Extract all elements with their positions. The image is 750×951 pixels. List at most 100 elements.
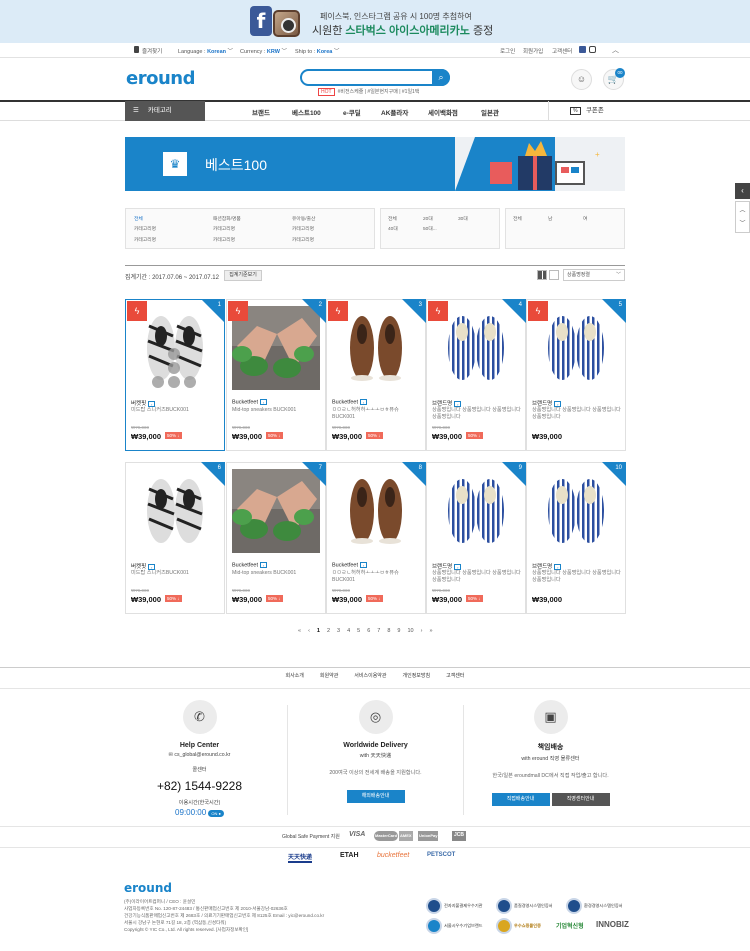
facebook-small-icon[interactable] <box>579 46 586 53</box>
product-card[interactable]: 3 ϟ Bucketfeet › ㅁㅁㄹㄴ허허허ㅗㅗㅗㅂㅎ퓨슈 BUCK001 ₩79,0… <box>326 299 426 451</box>
filter-gender[interactable]: 남 <box>548 215 552 222</box>
product-card[interactable]: 7 Bucketfeet › Mid-top sneakers BUCK001 ₩79,… <box>226 462 326 614</box>
partner-petscot[interactable]: PETSCOT <box>427 852 455 858</box>
page-link[interactable]: 7 <box>377 628 380 634</box>
search-input[interactable] <box>300 69 450 86</box>
product-name[interactable]: 미드탑 스니커즈BUCK001 <box>131 407 221 414</box>
cart-add-icon[interactable] <box>168 376 180 388</box>
scroll-up-icon[interactable]: ︿ <box>736 205 749 214</box>
footer-link[interactable]: 회사소개 <box>285 673 303 679</box>
product-name[interactable]: Mid-top sneakers BUCK001 <box>232 570 322 577</box>
side-prev-icon[interactable]: ‹ <box>735 183 750 199</box>
filter-cat[interactable]: 카테고리명 <box>134 225 156 232</box>
nav-item-edeal[interactable]: e-쿠딜 <box>343 107 361 117</box>
scroll-down-icon[interactable]: ﹀ <box>736 218 749 227</box>
currency-select[interactable]: Currency : KRW ﹀ <box>240 47 287 55</box>
filter-cat[interactable]: 유아동/출산 <box>292 215 315 222</box>
page-link[interactable]: 3 <box>337 628 340 634</box>
partner-bucketfeet[interactable]: bucketfeet <box>377 852 409 859</box>
login-link[interactable]: 로그인 <box>500 47 515 55</box>
brand-link-icon[interactable]: › <box>554 400 562 407</box>
page-link[interactable]: 9 <box>397 628 400 634</box>
grid-view-icon[interactable] <box>537 270 547 280</box>
product-name[interactable]: ㅁㅁㄹㄴ허허허ㅗㅗㅗㅂㅎ퓨슈 BUCK001 <box>332 570 422 584</box>
page-link[interactable]: 4 <box>347 628 350 634</box>
brand-link-icon[interactable]: › <box>360 399 367 405</box>
search-icon[interactable]: ⌕ <box>432 69 450 86</box>
user-icon[interactable]: ☺ <box>571 69 592 90</box>
footer-link[interactable]: 개인정보방침 <box>403 673 431 679</box>
product-card[interactable]: 8 Bucketfeet › ㅁㅁㄹㄴ허허허ㅗㅗㅗㅂㅎ퓨슈 BUCK001 ₩79,00… <box>326 462 426 614</box>
product-card[interactable]: 10 브랜드명 › 상품명입니다 상품명입니다 상품명입니다 상품명입니다 ₩39,00… <box>526 462 626 614</box>
footer-link[interactable]: 고객센터 <box>446 673 464 679</box>
support-link[interactable]: 고객센터 <box>552 47 572 55</box>
sort-select[interactable]: 상품명정렬 ﹀ <box>563 269 625 281</box>
product-name[interactable]: 상품명입니다 상품명입니다 상품명입니다 상품명입니다 <box>532 407 622 421</box>
brand-link-icon[interactable]: › <box>454 400 462 407</box>
page-link[interactable]: » <box>429 628 432 634</box>
delivery-guide-button[interactable]: 해외배송안내 <box>346 790 405 803</box>
category-menu-button[interactable]: ☰ 카테고리 <box>125 101 205 121</box>
page-link[interactable]: 2 <box>327 628 330 634</box>
nav-item-sei[interactable]: 세이백화점 <box>428 107 458 117</box>
help-email[interactable]: ✉ cs_global@eround.co.kr <box>112 752 287 758</box>
coupon-zone-link[interactable]: % 쿠폰존 <box>548 101 625 121</box>
direct-delivery-button[interactable]: 직접배송안내 <box>491 793 550 806</box>
page-link[interactable]: › <box>421 628 423 634</box>
product-name[interactable]: 상품명입니다 상품명입니다 상품명입니다 상품명입니다 <box>432 570 522 584</box>
period-criteria-button[interactable]: 집계기준보기 <box>224 270 262 281</box>
product-card[interactable]: 9 브랜드명 › 상품명입니다 상품명입니다 상품명입니다 상품명입니다 ₩79,000… <box>426 462 526 614</box>
product-card[interactable]: 5 ϟ 브랜드명 › 상품명입니다 상품명입니다 상품명입니다 상품명입니다 ₩39,00… <box>526 299 626 451</box>
filter-age[interactable]: 전체 <box>388 215 397 222</box>
product-card[interactable]: 1 ϟ 버켓핏 › 미드탑 스니커즈BUCK001 ₩79,000 ₩39,000 50% ↓ <box>125 299 225 451</box>
product-card[interactable]: 4 ϟ 브랜드명 › 상품명입니다 상품명입니다 상품명입니다 상품명입니다 ₩79,00… <box>426 299 526 451</box>
filter-cat-all[interactable]: 전체 <box>134 215 143 222</box>
site-logo[interactable]: eround <box>126 68 195 89</box>
brand-link-icon[interactable]: › <box>148 400 156 407</box>
filter-gender[interactable]: 여 <box>583 215 587 222</box>
ship-to-select[interactable]: Ship to : Korea ﹀ <box>295 47 339 55</box>
instagram-small-icon[interactable] <box>589 46 596 53</box>
join-link[interactable]: 회원가입 <box>523 47 543 55</box>
page-link[interactable]: 1 <box>317 628 320 634</box>
filter-cat[interactable]: 카테고리명 <box>292 236 314 243</box>
bookmark-link[interactable]: 즐겨찾기 <box>142 47 162 55</box>
brand-link-icon[interactable]: › <box>148 563 156 570</box>
product-name[interactable]: Mid-top sneakers BUCK001 <box>232 407 322 414</box>
page-link[interactable]: 8 <box>387 628 390 634</box>
filter-cat[interactable]: 카테고리명 <box>213 225 235 232</box>
footer-link[interactable]: 서비스이용약관 <box>354 673 386 679</box>
hashtag-links[interactable]: #비전스케줄 | #일본현지구매 | #1일1택 <box>338 89 420 95</box>
filter-cat[interactable]: 카테고리명 <box>213 236 235 243</box>
product-card[interactable]: 6 버켓핏 › 미드탑 스니커즈BUCK001 ₩79,000 ₩39,000 50% ↓ <box>125 462 225 614</box>
direct-center-button[interactable]: 직영센터안내 <box>551 793 610 806</box>
brand-link-icon[interactable]: › <box>260 399 267 405</box>
nav-item-akplaza[interactable]: AK플라자 <box>381 107 408 117</box>
nav-item-brand[interactable]: 브랜드 <box>252 107 270 117</box>
nav-item-best100[interactable]: 베스트100 <box>292 107 321 117</box>
filter-cat[interactable]: 패션잡화/명품 <box>213 215 241 222</box>
nav-item-japan[interactable]: 일본관 <box>481 107 499 117</box>
page-link[interactable]: ‹ <box>308 628 310 634</box>
share-facebook-icon[interactable] <box>168 362 180 374</box>
filter-age[interactable]: 20대 <box>423 215 433 222</box>
product-name[interactable]: 미드탑 스니커즈BUCK001 <box>131 570 221 577</box>
filter-cat[interactable]: 카테고리명 <box>292 225 314 232</box>
filter-age[interactable]: 50대... <box>423 225 437 232</box>
page-link[interactable]: 5 <box>357 628 360 634</box>
page-link[interactable]: « <box>298 628 301 634</box>
brand-link-icon[interactable]: › <box>454 563 462 570</box>
brand-link-icon[interactable]: › <box>260 562 267 568</box>
share-icon[interactable] <box>184 376 196 388</box>
product-name[interactable]: ㅁㅁㄹㄴ허허허ㅗㅗㅗㅂㅎ퓨슈 BUCK001 <box>332 407 422 421</box>
filter-cat[interactable]: 카테고리명 <box>134 236 156 243</box>
filter-age[interactable]: 40대 <box>388 225 398 232</box>
brand-link-icon[interactable]: › <box>360 562 367 568</box>
collapse-up-icon[interactable]: ︿ <box>612 45 619 55</box>
language-select[interactable]: Language : Korean ﹀ <box>178 47 233 55</box>
brand-link-icon[interactable]: › <box>554 563 562 570</box>
page-link[interactable]: 10 <box>407 628 413 634</box>
product-name[interactable]: 상품명입니다 상품명입니다 상품명입니다 상품명입니다 <box>432 407 522 421</box>
share-twitter-icon[interactable] <box>168 348 180 360</box>
page-link[interactable]: 6 <box>367 628 370 634</box>
